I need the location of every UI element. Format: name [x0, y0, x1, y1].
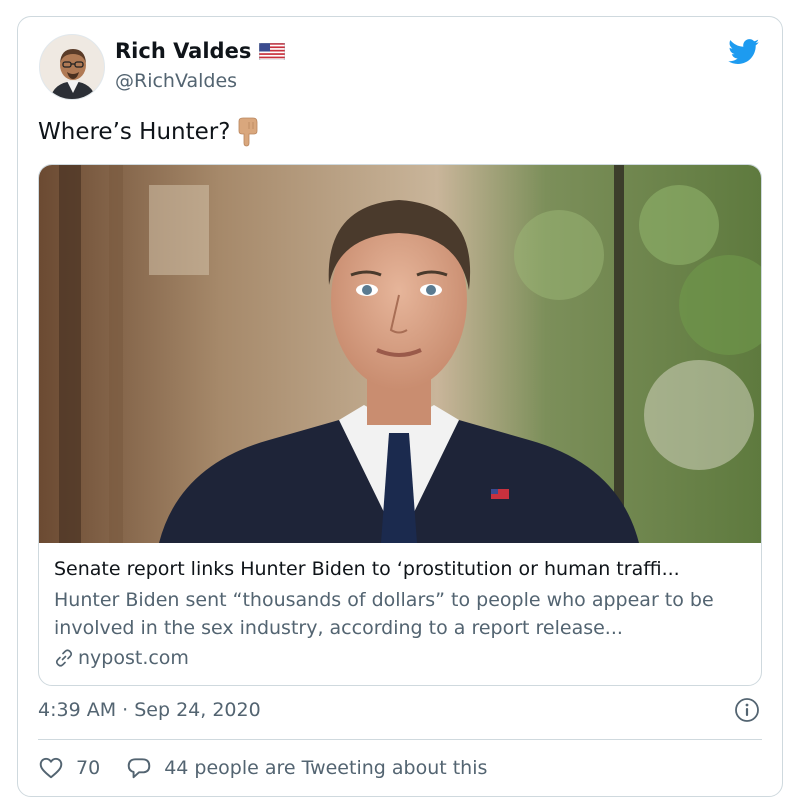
tweet-text-content: Where’s Hunter? [38, 119, 231, 145]
tweet-actions: 70 44 people are Tweeting about this [38, 755, 487, 781]
tweet-card: Rich Valdes @RichValdes Where’s Hunter? [17, 16, 783, 797]
avatar[interactable] [39, 34, 105, 100]
link-title[interactable]: Senate report links Hunter Biden to ‘pro… [54, 556, 749, 582]
link-domain[interactable]: nypost.com [54, 644, 749, 672]
author-name-row[interactable]: Rich Valdes [115, 39, 286, 63]
conversation-button[interactable]: 44 people are Tweeting about this [126, 755, 487, 781]
heart-icon [39, 757, 63, 779]
tweet-text: Where’s Hunter? [38, 117, 260, 147]
like-count[interactable]: 70 [76, 757, 100, 779]
link-icon [55, 649, 73, 667]
link-domain-text[interactable]: nypost.com [78, 644, 189, 672]
tweet-timestamp[interactable]: 4:39 AM · Sep 24, 2020 [38, 699, 261, 721]
link-preview-card[interactable]: Senate report links Hunter Biden to ‘pro… [38, 164, 762, 686]
divider [38, 739, 762, 740]
user-handle[interactable]: @RichValdes [115, 70, 237, 92]
like-button[interactable]: 70 [38, 755, 100, 781]
link-preview-image[interactable] [39, 165, 761, 543]
twitter-bird-icon[interactable] [728, 39, 760, 65]
info-icon[interactable] [734, 697, 760, 723]
link-description: Hunter Biden sent “thousands of dollars”… [54, 589, 714, 639]
us-flag-icon [259, 42, 286, 60]
finger-pointing-down-emoji [239, 117, 258, 147]
speech-bubble-icon [127, 758, 151, 779]
conversation-text[interactable]: 44 people are Tweeting about this [164, 757, 487, 779]
display-name[interactable]: Rich Valdes [115, 39, 251, 63]
link-preview-body[interactable]: Senate report links Hunter Biden to ‘pro… [54, 556, 749, 672]
